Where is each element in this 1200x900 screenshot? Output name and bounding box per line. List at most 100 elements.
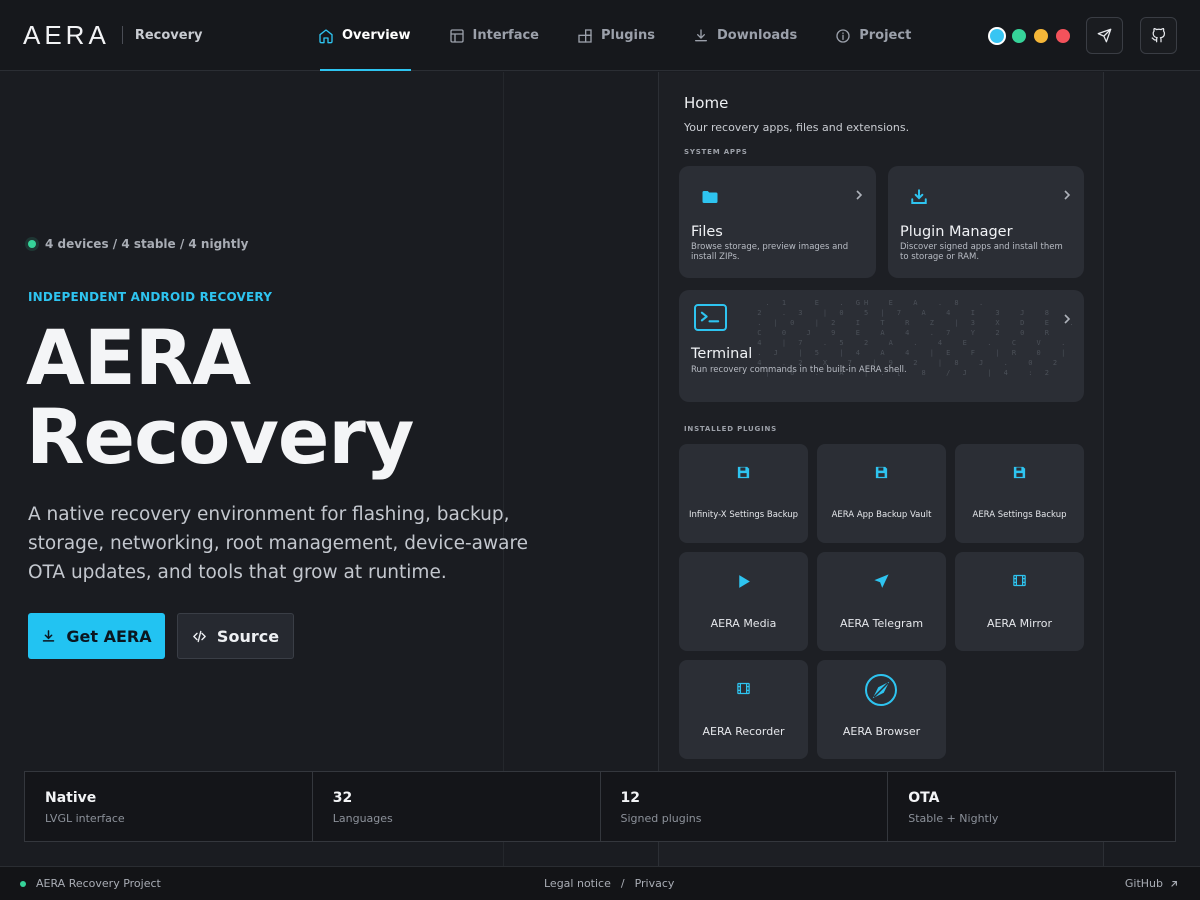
compass-icon (865, 674, 897, 706)
plugin-tile[interactable]: AERA Telegram (817, 552, 946, 651)
status-dot (28, 240, 36, 248)
plugin-label: AERA Settings Backup (972, 510, 1067, 520)
terminal-desc: Run recovery commands in the built-in AE… (691, 365, 907, 375)
plugin-tile[interactable]: AERA Media (679, 552, 808, 651)
stat-label: Signed plugins (620, 812, 702, 825)
stats-bar: Native LVGL interface 32 Languages 12 Si… (24, 771, 1176, 842)
installed-plugins-label: INSTALLED PLUGINS (684, 425, 777, 433)
blocks-icon (578, 28, 592, 43)
save-icon (737, 466, 750, 479)
hero-eyebrow: INDEPENDENT ANDROID RECOVERY (28, 290, 273, 304)
home-icon (319, 28, 333, 43)
nav-plugins-label: Plugins (601, 28, 656, 43)
source-button[interactable]: Source (177, 613, 294, 659)
get-aera-button[interactable]: Get AERA (28, 613, 165, 659)
stat-value: OTA (908, 790, 940, 806)
save-icon (1013, 466, 1026, 479)
chevron-right-icon (1064, 190, 1071, 200)
plugin-tile[interactable]: AERA App Backup Vault (817, 444, 946, 543)
plugin-tile[interactable]: Infinity-X Settings Backup (679, 444, 808, 543)
system-apps-label: SYSTEM APPS (684, 148, 748, 156)
files-card[interactable]: Files Browse storage, preview images and… (679, 166, 876, 278)
source-label: Source (216, 626, 280, 646)
footer-separator: / (620, 877, 625, 890)
section-divider (503, 72, 504, 866)
main-nav: Overview Interface Plugins Downloads Pro… (316, 0, 947, 71)
folder-icon (702, 191, 718, 203)
legal-notice-link[interactable]: Legal notice (544, 877, 611, 890)
plugin-manager-title: Plugin Manager (900, 224, 1013, 240)
terminal-matrix-decoration: . 1 E . GH E A . 8 . 2 . 3 | 0 5 | 7 A 4… (757, 299, 1078, 377)
get-aera-label: Get AERA (66, 626, 152, 646)
stat-value: 32 (332, 790, 353, 806)
files-desc: Browse storage, preview images and insta… (691, 242, 849, 262)
plugin-label: AERA Recorder (702, 725, 785, 738)
stat-native: Native LVGL interface (25, 772, 313, 841)
telegram-button[interactable] (1086, 17, 1123, 54)
theme-dot-red[interactable] (1056, 29, 1070, 43)
nav-interface[interactable]: Interface (447, 0, 540, 71)
save-icon (875, 466, 888, 479)
footer-project-label: AERA Recovery Project (36, 877, 161, 890)
device-status: 4 devices / 4 stable / 4 nightly (28, 237, 248, 251)
telegram-icon (1097, 28, 1112, 43)
theme-switcher (990, 29, 1078, 43)
theme-dot-yellow[interactable] (1034, 29, 1048, 43)
hero-title-line2: Recovery (26, 392, 414, 481)
stat-ota: OTA Stable + Nightly (888, 772, 1175, 841)
nav-project-label: Project (859, 28, 912, 43)
top-header: AERA Recovery Overview Interface Plugins… (0, 0, 1200, 71)
brand[interactable]: AERA Recovery (23, 22, 202, 48)
nav-plugins[interactable]: Plugins (575, 0, 655, 71)
footer-project: AERA Recovery Project (20, 877, 161, 890)
footer-github-link[interactable]: GitHub (1125, 877, 1178, 890)
terminal-icon (694, 304, 727, 331)
device-preview: Home Your recovery apps, files and exten… (658, 72, 1104, 866)
stat-value: Native (45, 790, 97, 806)
stat-value: 12 (620, 790, 640, 806)
plugin-tile[interactable]: AERA Mirror (955, 552, 1084, 651)
footer-github-label: GitHub (1124, 877, 1163, 890)
footer-links: Legal notice / Privacy (544, 877, 674, 890)
plugin-tile[interactable]: AERA Recorder (679, 660, 808, 759)
download-tray-icon (911, 189, 927, 204)
stat-plugins: 12 Signed plugins (601, 772, 889, 841)
plugin-label: AERA Mirror (986, 617, 1053, 630)
plugin-label: Infinity-X Settings Backup (688, 510, 799, 520)
plugin-label: AERA Telegram (839, 617, 924, 630)
stat-label: Languages (332, 812, 393, 825)
stat-languages: 32 Languages (313, 772, 601, 841)
download-icon (43, 629, 55, 642)
nav-interface-label: Interface (472, 28, 540, 43)
theme-dot-green[interactable] (1012, 29, 1026, 43)
brand-logo: AERA (23, 20, 110, 50)
hero-title-line1: AERA (26, 313, 251, 402)
terminal-card[interactable]: . 1 E . GH E A . 8 . 2 . 3 | 0 5 | 7 A 4… (679, 290, 1084, 402)
theme-dot-cyan[interactable] (990, 29, 1004, 43)
chevron-right-icon (1064, 314, 1071, 324)
brand-divider (121, 26, 123, 44)
nav-project[interactable]: Project (833, 0, 911, 71)
device-home-subtitle: Your recovery apps, files and extensions… (684, 121, 910, 134)
nav-overview[interactable]: Overview (316, 0, 411, 71)
code-icon (193, 630, 206, 642)
plugin-label: AERA Media (710, 617, 777, 630)
github-button[interactable] (1140, 17, 1177, 54)
plugin-tile[interactable]: AERA Browser (817, 660, 946, 759)
nav-downloads[interactable]: Downloads (691, 0, 797, 71)
layout-icon (449, 28, 464, 43)
plugin-manager-card[interactable]: Plugin Manager Discover signed apps and … (888, 166, 1084, 278)
privacy-link[interactable]: Privacy (635, 877, 675, 890)
stat-label: Stable + Nightly (908, 812, 999, 825)
device-home-title: Home (684, 94, 729, 112)
brand-subtitle: Recovery (134, 27, 203, 43)
plugin-tile[interactable]: AERA Settings Backup (955, 444, 1084, 543)
stat-label: LVGL interface (45, 812, 125, 825)
film-icon (737, 682, 750, 695)
plugin-label: AERA App Backup Vault (831, 510, 932, 520)
chevron-right-icon (856, 190, 863, 200)
footer: AERA Recovery Project Legal notice / Pri… (0, 866, 1200, 900)
nav-downloads-label: Downloads (717, 28, 798, 43)
external-arrow-icon (1171, 880, 1177, 887)
play-icon (739, 575, 750, 588)
